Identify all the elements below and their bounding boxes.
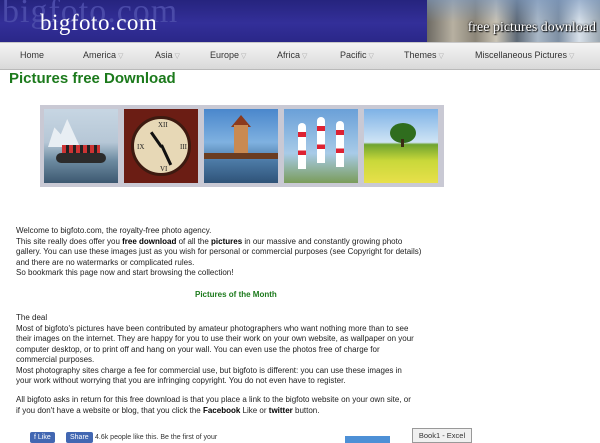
chevron-down-icon: ▽ — [569, 53, 575, 60]
blue-button[interactable] — [345, 436, 390, 443]
deal-line: commercial purposes. — [16, 355, 95, 364]
nav-label: Themes — [404, 50, 437, 60]
nav-europe[interactable]: Europe ▽ — [210, 50, 246, 60]
nav-themes[interactable]: Themes ▽ — [404, 50, 444, 60]
ask-text: All bigfoto asks in return for this free… — [16, 395, 576, 416]
deal-line: Most of bigfoto's pictures have been con… — [16, 323, 409, 333]
photo-tree-field[interactable] — [364, 109, 438, 183]
nav-label: America — [83, 50, 117, 60]
photo-tower-bridge[interactable] — [204, 109, 278, 183]
photo-strip: XII III VI IX — [40, 105, 444, 187]
ask-line: All bigfoto asks in return for this free… — [16, 395, 411, 404]
intro-line: and there are no watermarks or complicat… — [16, 257, 195, 267]
nav-label: Europe — [210, 50, 240, 60]
nav-america[interactable]: America ▽ — [83, 50, 123, 60]
chevron-down-icon: ▽ — [438, 53, 444, 60]
chevron-down-icon: ▽ — [118, 53, 124, 60]
nav-label: Home — [20, 50, 45, 60]
deal-line: your work without worrying that you are … — [16, 376, 346, 385]
intro-line: gallery. You can use these images just a… — [16, 247, 422, 256]
chevron-down-icon: ▽ — [174, 53, 180, 60]
intro-line: So bookmark this page now and start brow… — [16, 268, 234, 277]
nav-label: Africa — [277, 50, 301, 60]
photo-clock[interactable]: XII III VI IX — [124, 109, 198, 183]
nav-label: Miscellaneous Pictures — [475, 50, 568, 60]
nav-home[interactable]: Home — [20, 50, 44, 60]
header-banner: bigfoto.com bigfoto.com free pictures do… — [0, 0, 600, 42]
like-count: 4.6k people like this. Be the first of y… — [95, 434, 218, 441]
main-nav: Home America ▽ Asia ▽ Europe ▽ Africa ▽ Paci… — [0, 42, 600, 70]
intro-line: This site really does offer you free dow… — [16, 236, 403, 246]
facebook-share-button[interactable]: Share — [66, 432, 93, 443]
chevron-down-icon: ▽ — [241, 53, 247, 60]
header-photo-collage: free pictures download — [427, 0, 600, 42]
header-tagline: free pictures download — [467, 20, 596, 35]
nav-label: Pacific — [340, 50, 367, 60]
chevron-down-icon: ▽ — [368, 53, 374, 60]
site-logo[interactable]: bigfoto.com — [40, 10, 157, 36]
deal-line: Most photography sites charge a fee for … — [16, 365, 402, 375]
nav-pacific[interactable]: Pacific ▽ — [340, 50, 374, 60]
nav-africa[interactable]: Africa ▽ — [277, 50, 307, 60]
nav-miscellaneous[interactable]: Miscellaneous Pictures ▽ — [475, 50, 574, 60]
deal-text: The deal Most of bigfoto's pictures have… — [16, 313, 576, 387]
nav-asia[interactable]: Asia ▽ — [155, 50, 180, 60]
intro-text: Welcome to bigfoto.com, the royalty-free… — [16, 226, 576, 279]
page-title: Pictures free Download — [9, 70, 176, 87]
chevron-down-icon: ▽ — [302, 53, 308, 60]
photo-air-race-pylons[interactable] — [284, 109, 358, 183]
intro-line: Welcome to bigfoto.com, the royalty-free… — [16, 226, 212, 235]
nav-label: Asia — [155, 50, 173, 60]
taskbar-excel-tab[interactable]: Book1 - Excel — [412, 428, 472, 443]
ask-line: if you don't have a website or blog, tha… — [16, 405, 320, 415]
pictures-of-month-link[interactable]: Pictures of the Month — [195, 290, 277, 299]
facebook-like-button[interactable]: f Like — [30, 432, 55, 443]
deal-heading: The deal — [16, 313, 48, 322]
deal-line: computer desktop, or to print off and ha… — [16, 344, 380, 354]
photo-icebergs-boat[interactable] — [44, 109, 118, 183]
deal-line: their images on the internet. They are h… — [16, 334, 414, 343]
